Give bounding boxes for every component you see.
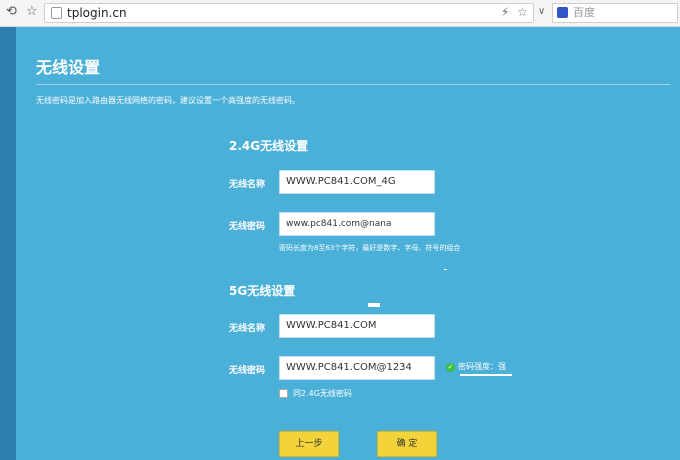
password-hint: 密码长度为8至63个字符，最好是数字、字母、符号的组合 bbox=[279, 244, 461, 252]
page-title: 无线设置 bbox=[36, 58, 101, 77]
page-info-icon[interactable] bbox=[51, 7, 62, 19]
password-24g-label: 无线密码 bbox=[229, 222, 266, 232]
check-icon: ✓ bbox=[446, 363, 455, 372]
ssid-24g-label: 无线名称 bbox=[229, 180, 266, 190]
same-password-label: 同2.4G无线密码 bbox=[293, 389, 352, 398]
password-strength-label: 密码强度：强 bbox=[458, 362, 506, 371]
password-strength-indicator: ✓ 密码强度：强 bbox=[446, 361, 512, 376]
password-5g-label: 无线密码 bbox=[229, 366, 266, 376]
section-5g-heading: 5G无线设置 bbox=[229, 284, 296, 298]
browser-toolbar: ⟲ ☆ tplogin.cn ⚡ ☆ ∨ 百度 bbox=[0, 0, 680, 27]
chevron-down-icon[interactable]: ∨ bbox=[538, 6, 545, 17]
ssid-5g-input[interactable]: WWW.PC841.COM bbox=[279, 314, 435, 338]
prev-step-button[interactable]: 上一步 bbox=[279, 431, 339, 457]
confirm-button[interactable]: 确 定 bbox=[377, 431, 437, 457]
stray-mark bbox=[368, 303, 380, 307]
left-sidebar-strip bbox=[0, 27, 16, 460]
flash-icon[interactable]: ⚡ bbox=[501, 4, 509, 20]
password-24g-input[interactable]: www.pc841.com@nana bbox=[279, 212, 435, 236]
same-password-checkbox[interactable] bbox=[279, 389, 288, 398]
address-bar[interactable]: tplogin.cn ⚡ ☆ bbox=[44, 3, 534, 23]
wireless-settings-panel: 无线设置 无线密码是加入路由器无线网络的密码，建议设置一个高强度的无线密码。 2… bbox=[16, 27, 680, 460]
section-24g-heading: 2.4G无线设置 bbox=[229, 139, 309, 153]
ssid-24g-input[interactable]: WWW.PC841.COM_4G bbox=[279, 170, 435, 194]
baidu-logo-icon bbox=[557, 7, 568, 18]
title-divider bbox=[36, 84, 670, 85]
stray-mark bbox=[444, 269, 447, 270]
bookmark-star-icon[interactable]: ☆ bbox=[26, 4, 38, 20]
search-input[interactable]: 百度 bbox=[552, 3, 678, 23]
reload-icon[interactable]: ⟲ bbox=[6, 4, 17, 20]
password-5g-input[interactable]: WWW.PC841.COM@1234 bbox=[279, 356, 435, 380]
favorite-star-icon[interactable]: ☆ bbox=[517, 4, 528, 20]
page-description: 无线密码是加入路由器无线网络的密码，建议设置一个高强度的无线密码。 bbox=[36, 96, 300, 105]
ssid-5g-label: 无线名称 bbox=[229, 324, 266, 334]
address-url[interactable]: tplogin.cn bbox=[67, 5, 127, 21]
strength-bar bbox=[460, 374, 512, 376]
search-placeholder: 百度 bbox=[573, 6, 595, 19]
